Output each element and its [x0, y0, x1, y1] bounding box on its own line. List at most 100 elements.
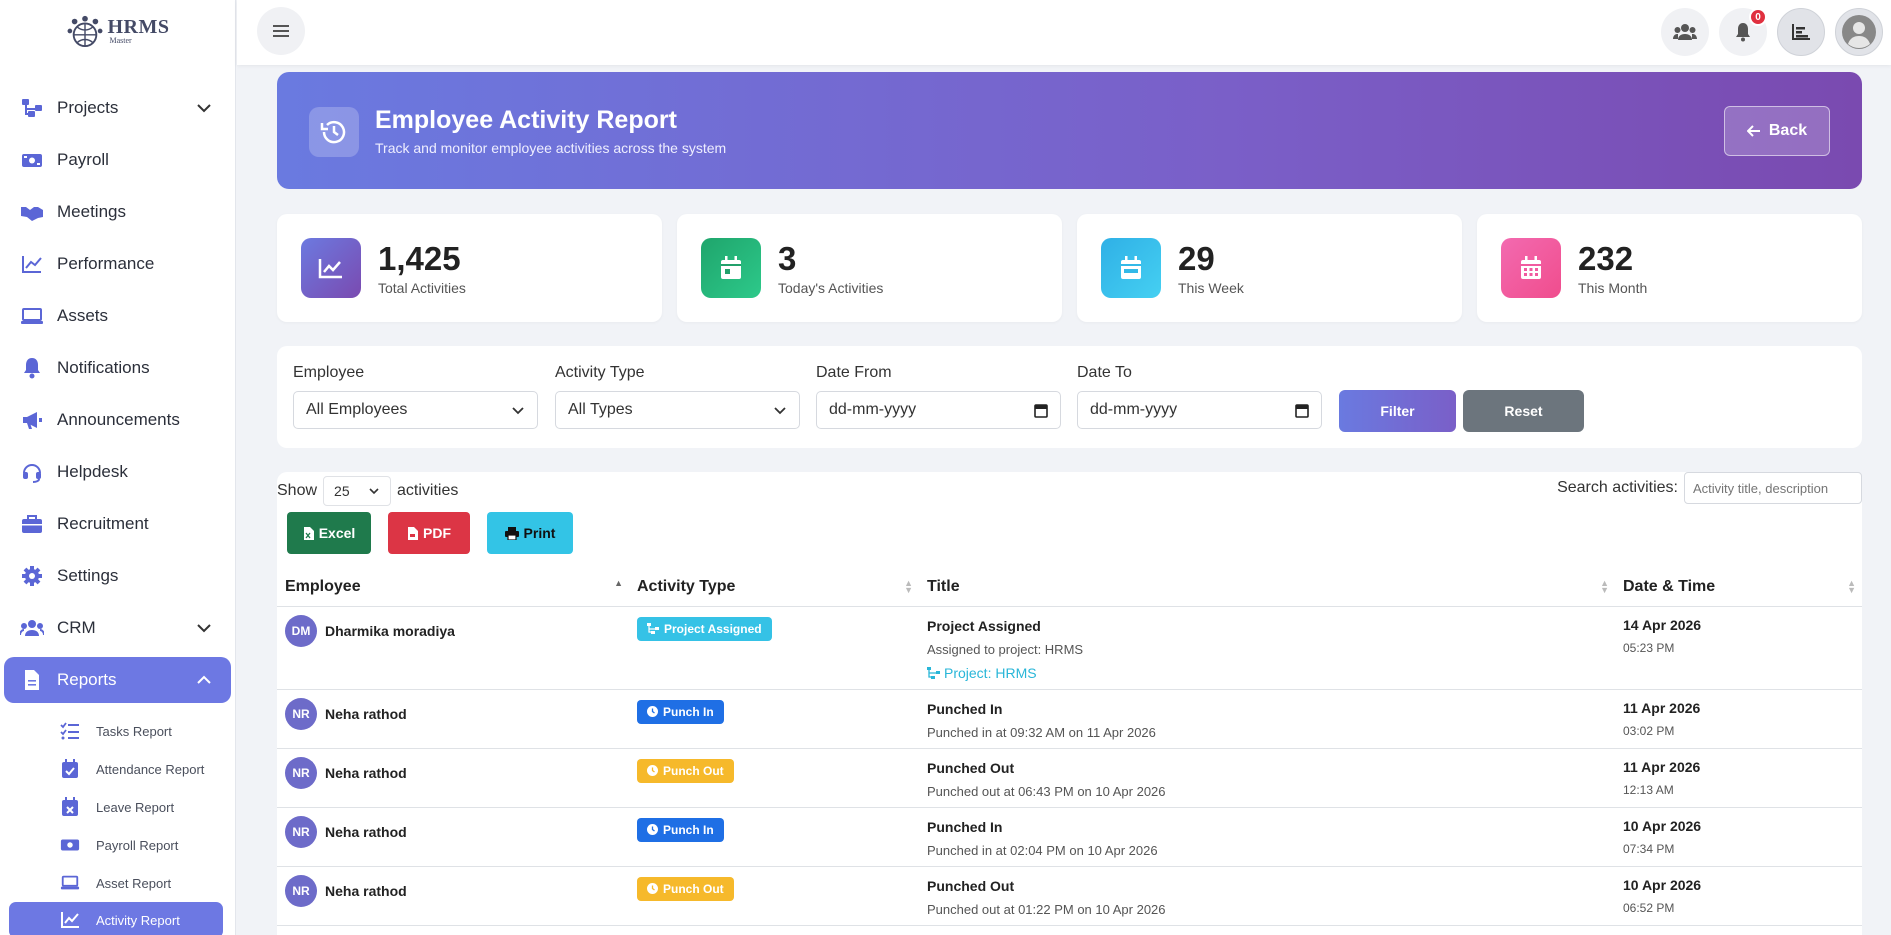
export-pdf-button[interactable]: PDF	[388, 512, 470, 554]
activity-type-badge: Project Assigned	[637, 616, 772, 641]
team-button[interactable]	[1661, 8, 1709, 56]
sidebar-item-label: Notifications	[57, 358, 150, 377]
date-from-input[interactable]: dd-mm-yyyy	[816, 391, 1061, 429]
page-size-select[interactable]: 25	[323, 476, 392, 506]
activity-type-cell: Punch Out	[629, 748, 919, 808]
employee-name: Dharmika moradiya	[325, 622, 455, 639]
stat-label: This Week	[1178, 280, 1244, 296]
date-to-input[interactable]: dd-mm-yyyy	[1077, 391, 1322, 429]
sidebar-item-performance[interactable]: Performance	[0, 238, 235, 290]
sidebar-item-assets[interactable]: Assets	[0, 290, 235, 342]
back-button-label: Back	[1768, 122, 1808, 139]
sidebar-item-recruitment[interactable]: Recruitment	[0, 498, 235, 550]
title-cell: Punched Out Punched out at 06:43 PM on 1…	[919, 748, 1615, 808]
activity-type-badge: Punch In	[637, 699, 724, 724]
calendar-week-icon	[1101, 238, 1161, 298]
activity-type-select[interactable]: All Types	[555, 391, 800, 429]
reset-button[interactable]: Reset	[1463, 390, 1584, 432]
arrow-left-icon	[1746, 125, 1760, 137]
logo[interactable]: HRMS Master	[0, 0, 235, 62]
back-button[interactable]: Back	[1724, 106, 1830, 156]
sidebar-subitem-label: Asset Report	[96, 875, 172, 891]
print-label: Print	[523, 525, 556, 541]
clock-icon	[647, 883, 658, 894]
sidebar-subitem-attendance-report[interactable]: Attendance Report	[0, 750, 235, 788]
search-label: Search activities:	[1557, 479, 1678, 496]
headset-icon	[20, 460, 44, 484]
sidebar-subitem-asset-report[interactable]: Asset Report	[0, 864, 235, 902]
sidebar-item-settings[interactable]: Settings	[0, 550, 235, 602]
stat-card-week: 29 This Week	[1077, 214, 1462, 322]
search-input[interactable]	[1684, 472, 1862, 504]
sidebar-item-payroll[interactable]: Payroll	[0, 134, 235, 186]
sidebar-subitem-label: Payroll Report	[96, 837, 179, 853]
employee-select-value: All Employees	[306, 401, 408, 418]
calendar-icon	[1295, 403, 1309, 418]
print-button[interactable]: Print	[487, 512, 573, 554]
sidebar-subitem-activity-report[interactable]: Activity Report	[9, 902, 223, 935]
column-header-date-time[interactable]: Date & Time ▲ ▼	[1615, 568, 1862, 607]
title-cell: Punched In Punched in at 09:32 AM on 11 …	[919, 689, 1615, 749]
money-icon	[60, 835, 80, 855]
entries-label: activities	[397, 482, 459, 499]
sidebar-item-projects[interactable]: Projects	[0, 82, 235, 134]
user-avatar-button[interactable]	[1835, 8, 1883, 56]
project-link[interactable]: Project: HRMS	[927, 665, 1607, 681]
file-icon	[20, 668, 44, 692]
sidebar-item-label: CRM	[57, 618, 96, 637]
date-time-cell: 10 Apr 2026 06:52 PM	[1615, 866, 1862, 926]
table-row[interactable]: NR Neha rathod Punch In Punched In Punch…	[277, 689, 1862, 749]
sidebar-subitem-tasks-report[interactable]: Tasks Report	[0, 712, 235, 750]
sidebar-item-announcements[interactable]: Announcements	[0, 394, 235, 446]
date-from-filter: Date From dd-mm-yyyy	[816, 364, 1061, 429]
sidebar-item-notifications[interactable]: Notifications	[0, 342, 235, 394]
sidebar-item-crm[interactable]: CRM	[0, 602, 235, 654]
sidebar-item-label: Reports	[57, 670, 117, 689]
activity-type-label: Punch Out	[663, 881, 724, 896]
activity-description: Assigned to project: HRMS	[927, 641, 1084, 657]
employee-select[interactable]: All Employees	[293, 391, 538, 429]
project-icon	[927, 666, 940, 679]
employee-name: Neha rathod	[325, 823, 407, 840]
logo-globe-icon	[67, 15, 102, 48]
employee-cell: NR Neha rathod	[277, 866, 629, 926]
sidebar-subitem-payroll-report[interactable]: Payroll Report	[0, 826, 235, 864]
table-header-row: Employee ▲ Activity Type ▲ ▼ Title ▲ ▼ Date &…	[277, 568, 1862, 607]
employee-cell: NR Neha rathod	[277, 689, 629, 749]
activity-type-filter-label: Activity Type	[555, 364, 645, 381]
column-header-employee[interactable]: Employee ▲	[277, 568, 629, 607]
table-row[interactable]: NR Neha rathod Punch Out Punched Out Pun…	[277, 748, 1862, 808]
page-subtitle: Track and monitor employee activities ac…	[375, 140, 727, 156]
activity-description: Punched in at 02:04 PM on 10 Apr 2026	[927, 842, 1158, 858]
activity-type-label: Punch In	[663, 704, 714, 719]
activity-date: 11 Apr 2026	[1623, 699, 1701, 716]
employee-cell: NR Neha rathod	[277, 748, 629, 808]
export-excel-button[interactable]: Excel	[287, 512, 371, 554]
filter-card: Employee All Employees Activity Type All…	[277, 346, 1862, 448]
table-row[interactable]: NR Neha rathod Punch Out Punched Out Pun…	[277, 866, 1862, 926]
table-row[interactable]: NR Neha rathod Punch In Punched In Punch…	[277, 807, 1862, 867]
file-pdf-icon	[408, 526, 418, 540]
sidebar-subitem-leave-report[interactable]: Leave Report	[0, 788, 235, 826]
column-header-label: Employee	[285, 577, 361, 595]
activity-type-label: Punch Out	[663, 763, 724, 778]
sidebar-item-reports[interactable]: Reports	[4, 657, 231, 703]
filter-button[interactable]: Filter	[1339, 390, 1456, 432]
calendar-x-icon	[60, 797, 80, 817]
column-header-activity-type[interactable]: Activity Type ▲ ▼	[629, 568, 919, 607]
menu-toggle-button[interactable]	[257, 7, 305, 55]
date-from-label: Date From	[816, 364, 892, 381]
activity-report-button[interactable]	[1777, 8, 1825, 56]
column-header-title[interactable]: Title ▲ ▼	[919, 568, 1615, 607]
sidebar-item-meetings[interactable]: Meetings	[0, 186, 235, 238]
clock-icon	[647, 824, 658, 835]
activity-title: Punched In	[927, 700, 1003, 717]
table-row[interactable]: DM Dharmika moradiya Project Assigned Pr…	[277, 606, 1862, 690]
activity-time: 06:52 PM	[1623, 900, 1675, 915]
activity-title: Punched In	[927, 818, 1003, 835]
sidebar-item-helpdesk[interactable]: Helpdesk	[0, 446, 235, 498]
clock-icon	[647, 765, 658, 776]
sidebar-item-label: Assets	[57, 306, 109, 325]
notifications-button[interactable]: 0	[1719, 8, 1767, 56]
calendar-check-icon	[60, 759, 80, 779]
